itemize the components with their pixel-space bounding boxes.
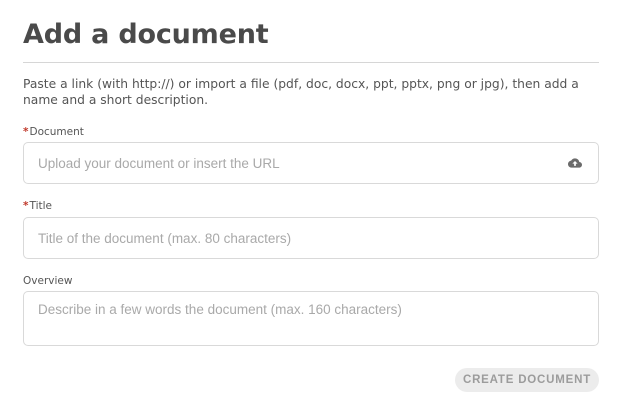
document-field[interactable] [23,142,599,184]
title-divider [23,62,599,63]
overview-label: Overview [23,274,72,288]
document-label: *Document [23,125,84,139]
instructions-text: Paste a link (with http://) or import a … [23,77,579,107]
title-label-text: Title [29,200,53,212]
overview-field[interactable] [23,291,599,346]
title-label: *Title [23,199,52,213]
create-document-button[interactable]: CREATE DOCUMENT [455,368,599,392]
required-marker: * [23,200,29,212]
title-field[interactable] [23,217,599,259]
document-input[interactable] [38,154,558,172]
document-label-text: Document [29,126,84,138]
required-marker: * [23,126,29,138]
cloud-upload-icon[interactable] [568,157,582,169]
page-title: Add a document [23,19,269,50]
overview-textarea[interactable] [38,301,584,339]
overview-label-text: Overview [23,275,73,287]
title-input[interactable] [38,229,584,247]
